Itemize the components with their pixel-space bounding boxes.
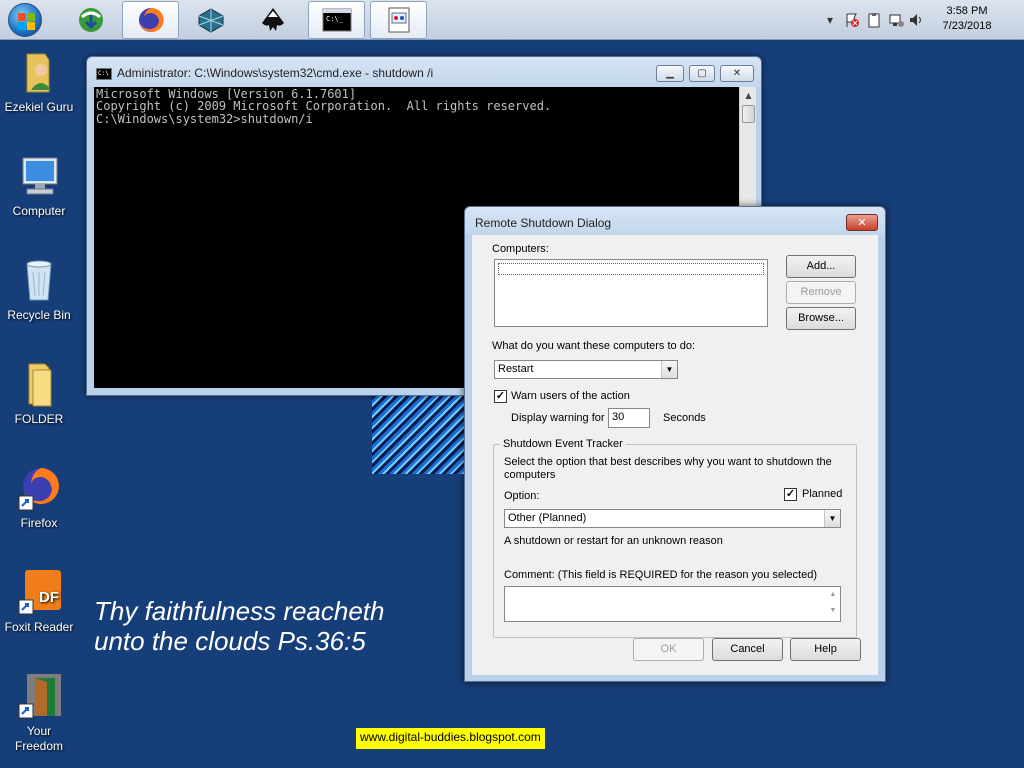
reason-text: A shutdown or restart for an unknown rea… [504, 535, 723, 547]
display-warning-label: Display warning for [511, 412, 605, 424]
svg-text:DF: DF [39, 589, 59, 606]
remove-button[interactable]: Remove [786, 281, 856, 304]
action-select-value: Restart [498, 363, 534, 375]
command-prompt-icon: C:\_ [322, 8, 351, 32]
pdf-reader-icon: DF [15, 568, 63, 616]
action-label: What do you want these computers to do: [492, 340, 696, 352]
comment-textarea[interactable] [504, 586, 841, 622]
ok-button[interactable]: OK [633, 638, 704, 661]
option-label: Option: [504, 490, 540, 502]
action-center-flag-icon[interactable] [844, 12, 860, 28]
desktop-icon-label: Your Freedom [14, 724, 64, 753]
firefox-icon [15, 464, 63, 512]
windows-logo-icon [8, 3, 42, 37]
download-manager-icon [78, 8, 103, 32]
planned-checkbox[interactable]: ✓ [784, 488, 797, 501]
blog-watermark: www.digital-buddies.blogspot.com [356, 728, 545, 749]
cancel-button[interactable]: Cancel [712, 638, 783, 661]
taskbar: C:\_ ▾ 3:58 PM 7/23/2018 [0, 0, 1024, 40]
dialog-titlebar[interactable]: Remote Shutdown Dialog ✕ [465, 207, 885, 235]
computer-icon [15, 152, 63, 200]
comment-label: Comment: (This field is REQUIRED for the… [504, 569, 818, 581]
desktop-icon-your-freedom[interactable]: Your Freedom [4, 672, 74, 754]
clock-date: 7/23/2018 [942, 20, 992, 32]
shutdown-dialog-icon [388, 7, 409, 33]
comment-scrollbar[interactable]: ▲ ▼ [826, 587, 840, 621]
clock-time: 3:58 PM [946, 5, 988, 17]
seconds-label: Seconds [663, 412, 706, 424]
warn-users-label: Warn users of the action [511, 390, 630, 402]
chevron-down-icon: ▼ [824, 510, 840, 527]
door-icon [15, 672, 63, 720]
chevron-down-icon: ▼ [661, 361, 677, 378]
desktop-icon-label: FOLDER [14, 412, 64, 426]
minimize-button[interactable]: ▁ [656, 65, 684, 82]
user-folder-icon [15, 48, 63, 96]
taskbar-idm-button[interactable] [62, 1, 119, 39]
add-button[interactable]: Add... [786, 255, 856, 278]
cmd-title: Administrator: C:\Windows\system32\cmd.e… [117, 66, 434, 80]
console-line: C:\Windows\system32>shutdown/i [96, 111, 313, 126]
scroll-up-arrow-icon[interactable]: ▲ [740, 87, 757, 104]
focus-rect [498, 263, 764, 275]
taskbar-cmd-button[interactable]: C:\_ [308, 1, 365, 39]
action-select[interactable]: Restart ▼ [494, 360, 678, 379]
taskbar-sketchup-button[interactable] [182, 1, 239, 39]
cmd-titlebar[interactable]: C:\ Administrator: C:\Windows\system32\c… [87, 57, 761, 87]
volume-icon[interactable] [908, 12, 924, 28]
dialog-client-area: Computers: Add... Remove Browse... What … [472, 235, 878, 675]
close-button[interactable]: ✕ [720, 65, 754, 82]
warning-seconds-input[interactable]: 30 [608, 408, 650, 428]
chevron-up-icon[interactable]: ▾ [822, 12, 838, 28]
desktop-icon-firefox[interactable]: Firefox [4, 464, 74, 530]
clipboard-icon[interactable] [866, 12, 882, 28]
option-select-value: Other (Planned) [508, 512, 587, 524]
computers-label: Computers: [492, 243, 549, 255]
sketchup-icon [198, 8, 223, 33]
folder-icon [15, 360, 63, 408]
svg-text:C:\_: C:\_ [326, 15, 344, 23]
tracker-title: Shutdown Event Tracker [500, 438, 626, 450]
planned-label: Planned [802, 488, 843, 500]
console-line: Copyright (c) 2009 Microsoft Corporation… [96, 99, 552, 114]
browse-button[interactable]: Browse... [786, 307, 856, 330]
taskbar-inkscape-button[interactable] [244, 1, 301, 39]
computers-listbox[interactable] [494, 259, 768, 327]
firefox-icon [138, 7, 164, 32]
dialog-close-button[interactable]: ✕ [846, 214, 878, 231]
network-icon[interactable] [888, 12, 904, 28]
desktop-icon-label: Recycle Bin [7, 308, 71, 322]
inkscape-icon [261, 8, 284, 31]
command-prompt-icon: C:\ [96, 68, 112, 80]
taskbar-firefox-button[interactable] [122, 1, 179, 39]
taskbar-remote-shutdown-button[interactable] [370, 1, 427, 39]
desktop-icon-folder[interactable]: FOLDER [4, 360, 74, 426]
warn-users-checkbox[interactable]: ✓ [494, 390, 507, 403]
verse-line-2: unto the clouds Ps.36:5 [94, 626, 366, 656]
maximize-button[interactable]: ▢ [689, 65, 715, 82]
start-button[interactable] [4, 2, 46, 38]
clock[interactable]: 3:58 PM 7/23/2018 [932, 4, 1002, 34]
verse-line-1: Thy faithfulness reacheth [94, 596, 385, 626]
desktop-icon-computer[interactable]: Computer [4, 152, 74, 218]
system-tray: ▾ 3:58 PM 7/23/2018 [814, 0, 1024, 40]
desktop-icon-label: Computer [12, 204, 66, 218]
option-select[interactable]: Other (Planned) ▼ [504, 509, 841, 528]
desktop-icon-ezekiel-guru[interactable]: Ezekiel Guru [4, 48, 74, 114]
desktop-icon-label: Ezekiel Guru [4, 100, 74, 114]
desktop-icon-foxit-reader[interactable]: DF Foxit Reader [4, 568, 74, 634]
scroll-thumb[interactable] [742, 105, 755, 123]
remote-shutdown-dialog: Remote Shutdown Dialog ✕ Computers: Add.… [464, 206, 886, 682]
wallpaper-graphic [372, 396, 468, 474]
desktop-icon-recycle-bin[interactable]: Recycle Bin [4, 256, 74, 322]
wallpaper-verse: Thy faithfulness reacheth unto the cloud… [94, 596, 385, 656]
help-button[interactable]: Help [790, 638, 861, 661]
recycle-bin-icon [15, 256, 63, 304]
desktop-icon-label: Firefox [20, 516, 58, 530]
dialog-title: Remote Shutdown Dialog [475, 216, 612, 230]
tracker-description: Select the option that best describes wh… [504, 456, 832, 481]
desktop-icon-label: Foxit Reader [4, 620, 74, 634]
